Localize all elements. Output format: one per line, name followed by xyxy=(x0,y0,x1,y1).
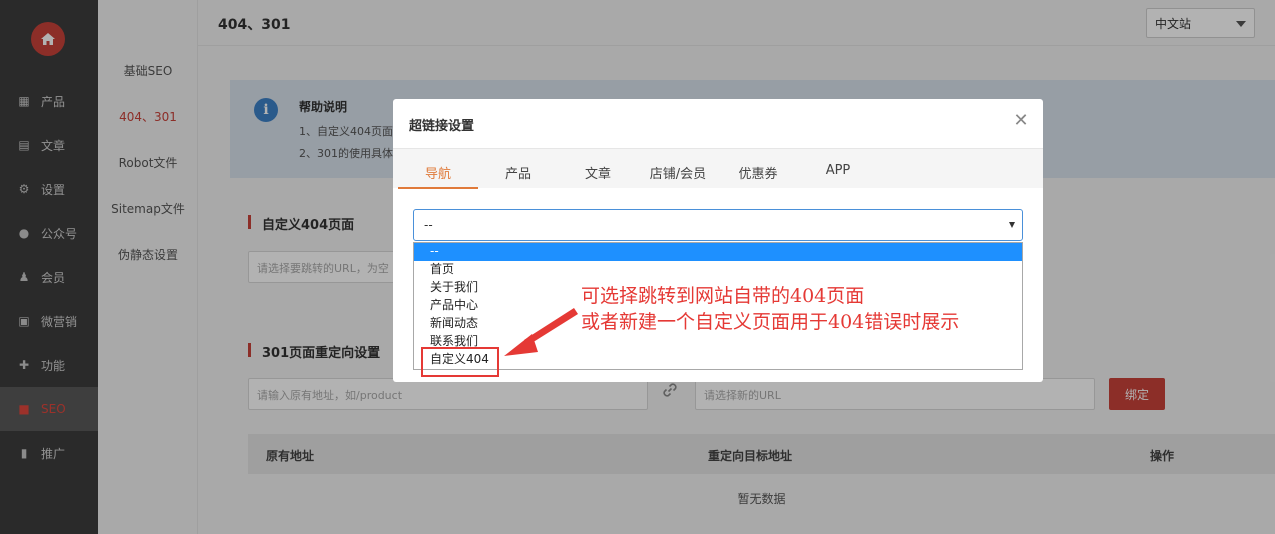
tab-coupon[interactable]: 优惠券 xyxy=(718,149,798,189)
modal-title: 超链接设置 xyxy=(409,119,475,134)
close-icon[interactable]: ✕ xyxy=(1013,112,1029,130)
link-select[interactable]: -- xyxy=(413,209,1023,241)
tab-app[interactable]: APP xyxy=(798,149,878,189)
dropdown-option[interactable]: -- xyxy=(414,243,1022,261)
link-select-value: -- xyxy=(424,218,433,232)
tab-shop-member[interactable]: 店铺/会员 xyxy=(638,149,718,189)
caret-down-icon xyxy=(1009,222,1015,228)
annotation-line: 可选择跳转到网站自带的404页面 xyxy=(581,285,865,307)
tab-product[interactable]: 产品 xyxy=(478,149,558,189)
annotation-text: 可选择跳转到网站自带的404页面 或者新建一个自定义页面用于404错误时展示 xyxy=(581,283,959,335)
annotation-arrow-icon xyxy=(504,308,578,356)
annotation-highlight-box xyxy=(421,347,499,377)
modal-tabs: 导航 产品 文章 店铺/会员 优惠券 APP xyxy=(393,148,1043,189)
dropdown-option[interactable]: 首页 xyxy=(414,261,1022,279)
tab-article[interactable]: 文章 xyxy=(558,149,638,189)
tab-navigation[interactable]: 导航 xyxy=(398,149,478,189)
annotation-line: 或者新建一个自定义页面用于404错误时展示 xyxy=(581,311,960,333)
